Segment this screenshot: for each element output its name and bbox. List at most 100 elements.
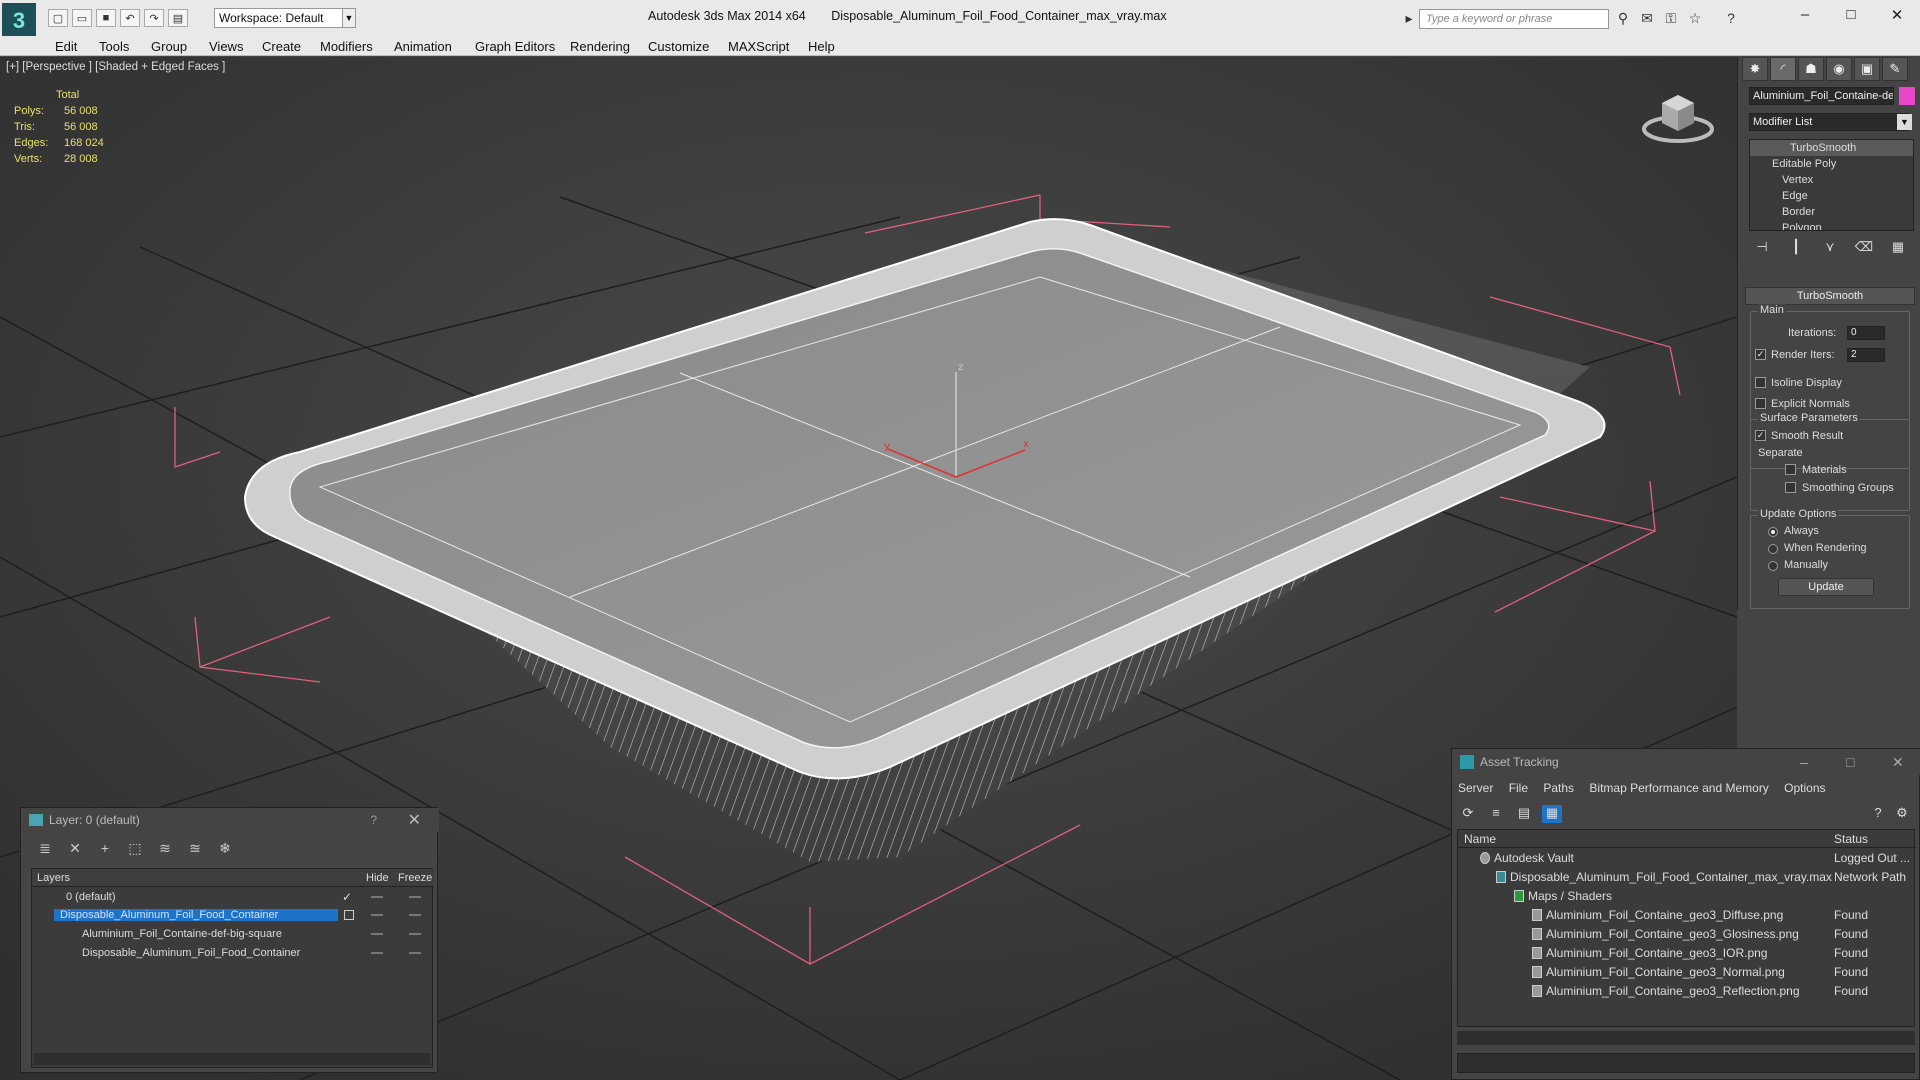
close-icon[interactable]: ✕ bbox=[408, 810, 421, 830]
layer-row[interactable]: 0 (default) ✓ bbox=[32, 889, 434, 907]
layer-row[interactable]: Disposable_Aluminum_Foil_Food_Container bbox=[32, 945, 434, 963]
close-icon[interactable]: ✕ bbox=[1892, 754, 1904, 771]
close-icon[interactable]: ✕ bbox=[1886, 6, 1908, 26]
render-iters-checkbox[interactable]: ✓ bbox=[1755, 349, 1766, 360]
freeze-all-icon[interactable]: ❄ bbox=[215, 840, 235, 858]
modify-tab-icon[interactable]: ◜ bbox=[1770, 57, 1796, 81]
open-file-icon[interactable]: ▭ bbox=[72, 9, 92, 27]
search-input[interactable]: Type a keyword or phrase bbox=[1419, 9, 1609, 29]
horizontal-scrollbar[interactable] bbox=[1457, 1031, 1915, 1045]
select-objects-icon[interactable]: ⬚ bbox=[125, 840, 145, 858]
create-layer-icon[interactable]: ≣ bbox=[35, 840, 55, 858]
refresh-icon[interactable]: ⟳ bbox=[1458, 805, 1478, 823]
subscription-icon[interactable]: ⚿ bbox=[1662, 10, 1680, 28]
table-row[interactable]: Aluminium_Foil_Containe_geo3_Normal.png … bbox=[1458, 963, 1916, 982]
maximize-icon[interactable]: □ bbox=[1840, 6, 1862, 26]
help-icon[interactable]: ? bbox=[370, 813, 377, 827]
save-icon[interactable]: ■ bbox=[96, 9, 116, 27]
col-name[interactable]: Name bbox=[1464, 832, 1496, 846]
project-folder-icon[interactable]: ▤ bbox=[168, 9, 188, 27]
display-tab-icon[interactable]: ▣ bbox=[1854, 57, 1880, 81]
chevron-down-icon[interactable]: ▼ bbox=[1897, 114, 1912, 130]
list-view-icon[interactable]: ≡ bbox=[1486, 805, 1506, 823]
pin-stack-icon[interactable]: ⊣ bbox=[1752, 239, 1772, 257]
materials-checkbox[interactable] bbox=[1785, 464, 1796, 475]
turbosmooth-rollout-header[interactable]: TurboSmooth bbox=[1745, 287, 1915, 305]
stack-item-turbosmooth[interactable]: TurboSmooth bbox=[1750, 140, 1913, 156]
stack-item-vertex[interactable]: Vertex bbox=[1750, 172, 1913, 188]
update-when-rendering-radio[interactable] bbox=[1768, 544, 1778, 554]
smoothing-groups-checkbox[interactable] bbox=[1785, 482, 1796, 493]
detail-view-icon[interactable]: ▤ bbox=[1514, 805, 1534, 823]
horizontal-scrollbar[interactable] bbox=[34, 1053, 430, 1065]
configure-modifier-sets-icon[interactable]: ▦ bbox=[1888, 239, 1908, 257]
modifier-list-dropdown[interactable]: Modifier List bbox=[1749, 113, 1909, 131]
menu-tools[interactable]: Tools bbox=[99, 39, 129, 54]
update-manually-radio[interactable] bbox=[1768, 561, 1778, 571]
motion-tab-icon[interactable]: ◉ bbox=[1826, 57, 1852, 81]
layer-checkbox-icon[interactable] bbox=[344, 910, 354, 920]
explicit-normals-checkbox[interactable] bbox=[1755, 398, 1766, 409]
menu-views[interactable]: Views bbox=[209, 39, 243, 54]
help-icon[interactable]: ? bbox=[1868, 805, 1888, 823]
stack-item-edge[interactable]: Edge bbox=[1750, 188, 1913, 204]
binoculars-icon[interactable]: ⚲ bbox=[1614, 10, 1632, 28]
redo-icon[interactable]: ↷ bbox=[144, 9, 164, 27]
minimize-icon[interactable]: – bbox=[1800, 754, 1808, 770]
layer-row[interactable]: Disposable_Aluminum_Foil_Food_Container bbox=[32, 907, 434, 925]
communication-center-icon[interactable]: ✉ bbox=[1638, 10, 1656, 28]
app-logo-icon[interactable]: 3 bbox=[2, 3, 36, 39]
table-row[interactable]: Aluminium_Foil_Containe_geo3_Glosiness.p… bbox=[1458, 925, 1916, 944]
favorites-star-icon[interactable]: ☆ bbox=[1686, 10, 1704, 28]
menu-animation[interactable]: Animation bbox=[394, 39, 452, 54]
utilities-tab-icon[interactable]: ✎ bbox=[1882, 57, 1908, 81]
menu-paths[interactable]: Paths bbox=[1543, 781, 1574, 795]
menu-options[interactable]: Options bbox=[1784, 781, 1825, 795]
menu-group[interactable]: Group bbox=[151, 39, 187, 54]
highlight-layer-icon[interactable]: ≋ bbox=[155, 840, 175, 858]
make-unique-icon[interactable]: ⋎ bbox=[1820, 239, 1840, 257]
menu-edit[interactable]: Edit bbox=[55, 39, 77, 54]
table-row[interactable]: Aluminium_Foil_Containe_geo3_Diffuse.png… bbox=[1458, 906, 1916, 925]
create-tab-icon[interactable]: ✸ bbox=[1742, 57, 1768, 81]
viewcube-icon[interactable] bbox=[1640, 85, 1716, 145]
layer-row[interactable]: Aluminium_Foil_Containe-def-big-square bbox=[32, 926, 434, 944]
menu-server[interactable]: Server bbox=[1458, 781, 1493, 795]
settings-icon[interactable]: ⚙ bbox=[1892, 805, 1912, 823]
col-freeze[interactable]: Freeze bbox=[398, 872, 432, 884]
col-hide[interactable]: Hide bbox=[366, 872, 389, 884]
add-to-layer-icon[interactable]: + bbox=[95, 840, 115, 858]
menu-help[interactable]: Help bbox=[808, 39, 835, 54]
maximize-icon[interactable]: □ bbox=[1846, 754, 1854, 770]
active-layer-check-icon[interactable]: ✓ bbox=[342, 890, 352, 904]
menu-maxscript[interactable]: MAXScript bbox=[728, 39, 789, 54]
menu-file[interactable]: File bbox=[1509, 781, 1528, 795]
update-always-radio[interactable] bbox=[1768, 527, 1778, 537]
isoline-display-checkbox[interactable] bbox=[1755, 377, 1766, 388]
object-color-swatch[interactable] bbox=[1899, 87, 1915, 105]
chevron-down-icon[interactable]: ▼ bbox=[342, 8, 356, 28]
smooth-result-checkbox[interactable]: ✓ bbox=[1755, 430, 1766, 441]
render-iters-spinner[interactable]: 2 bbox=[1847, 348, 1885, 362]
table-row[interactable]: Autodesk Vault Logged Out ... bbox=[1458, 849, 1916, 868]
col-status[interactable]: Status bbox=[1834, 832, 1868, 846]
object-name-field[interactable]: Aluminium_Foil_Containe-def bbox=[1749, 87, 1894, 105]
new-file-icon[interactable]: ▢ bbox=[48, 9, 68, 27]
stack-item-polygon[interactable]: Polygon bbox=[1750, 220, 1913, 230]
viewport-label[interactable]: [+] [Perspective ] [Shaded + Edged Faces… bbox=[6, 61, 225, 73]
table-row[interactable]: Disposable_Aluminum_Foil_Food_Container_… bbox=[1458, 868, 1916, 887]
update-button[interactable]: Update bbox=[1778, 578, 1874, 596]
menu-rendering[interactable]: Rendering bbox=[570, 39, 630, 54]
menu-bitmap-performance[interactable]: Bitmap Performance and Memory bbox=[1589, 781, 1768, 795]
stack-item-border[interactable]: Border bbox=[1750, 204, 1913, 220]
menu-create[interactable]: Create bbox=[262, 39, 301, 54]
iterations-spinner[interactable]: 0 bbox=[1847, 326, 1885, 340]
menu-customize[interactable]: Customize bbox=[648, 39, 709, 54]
delete-layer-icon[interactable]: ✕ bbox=[65, 840, 85, 858]
stack-item-editable-poly[interactable]: Editable Poly bbox=[1750, 156, 1913, 172]
col-layers[interactable]: Layers bbox=[37, 872, 70, 884]
help-icon[interactable]: ? bbox=[1722, 10, 1740, 28]
hide-all-icon[interactable]: ≊ bbox=[185, 840, 205, 858]
hierarchy-tab-icon[interactable]: ☗ bbox=[1798, 57, 1824, 81]
expand-search-icon[interactable]: ▸ bbox=[1400, 10, 1418, 28]
